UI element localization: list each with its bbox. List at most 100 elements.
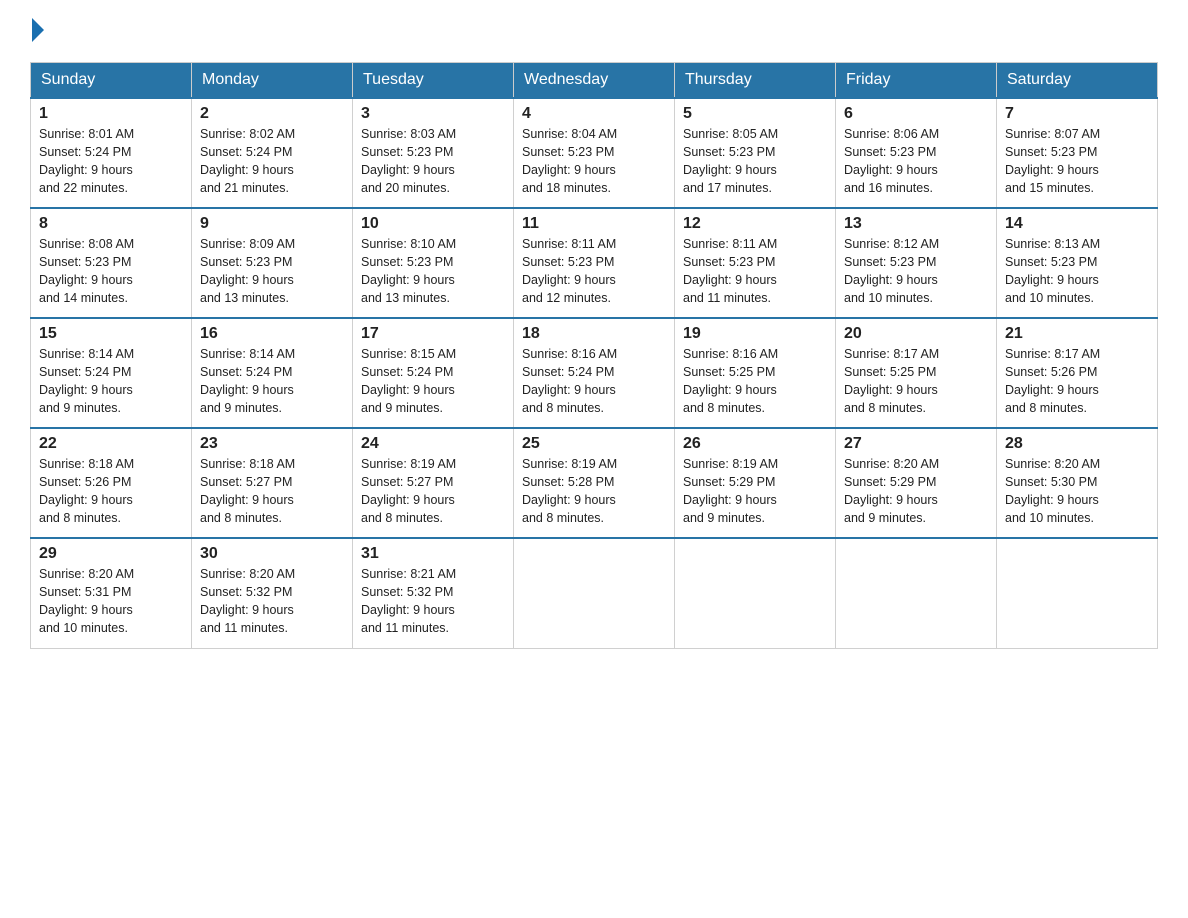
- calendar-cell: [997, 538, 1158, 648]
- day-info: Sunrise: 8:14 AMSunset: 5:24 PMDaylight:…: [200, 347, 295, 415]
- calendar-cell: 7 Sunrise: 8:07 AMSunset: 5:23 PMDayligh…: [997, 98, 1158, 208]
- day-info: Sunrise: 8:17 AMSunset: 5:25 PMDaylight:…: [844, 347, 939, 415]
- day-info: Sunrise: 8:05 AMSunset: 5:23 PMDaylight:…: [683, 127, 778, 195]
- day-number: 23: [200, 435, 344, 453]
- day-info: Sunrise: 8:20 AMSunset: 5:32 PMDaylight:…: [200, 567, 295, 635]
- day-number: 25: [522, 435, 666, 453]
- day-info: Sunrise: 8:18 AMSunset: 5:27 PMDaylight:…: [200, 457, 295, 525]
- day-number: 14: [1005, 215, 1149, 233]
- calendar-week-row: 29 Sunrise: 8:20 AMSunset: 5:31 PMDaylig…: [31, 538, 1158, 648]
- day-number: 27: [844, 435, 988, 453]
- weekday-header-saturday: Saturday: [997, 63, 1158, 99]
- day-number: 22: [39, 435, 183, 453]
- day-number: 4: [522, 105, 666, 123]
- calendar-cell: [836, 538, 997, 648]
- weekday-header-monday: Monday: [192, 63, 353, 99]
- weekday-header-row: SundayMondayTuesdayWednesdayThursdayFrid…: [31, 63, 1158, 99]
- day-number: 1: [39, 105, 183, 123]
- day-number: 24: [361, 435, 505, 453]
- calendar-cell: 4 Sunrise: 8:04 AMSunset: 5:23 PMDayligh…: [514, 98, 675, 208]
- day-number: 5: [683, 105, 827, 123]
- calendar-cell: [675, 538, 836, 648]
- day-info: Sunrise: 8:10 AMSunset: 5:23 PMDaylight:…: [361, 237, 456, 305]
- calendar-cell: 19 Sunrise: 8:16 AMSunset: 5:25 PMDaylig…: [675, 318, 836, 428]
- calendar-cell: 11 Sunrise: 8:11 AMSunset: 5:23 PMDaylig…: [514, 208, 675, 318]
- day-number: 17: [361, 325, 505, 343]
- day-number: 31: [361, 545, 505, 563]
- calendar-cell: 16 Sunrise: 8:14 AMSunset: 5:24 PMDaylig…: [192, 318, 353, 428]
- calendar-cell: 6 Sunrise: 8:06 AMSunset: 5:23 PMDayligh…: [836, 98, 997, 208]
- calendar-cell: 9 Sunrise: 8:09 AMSunset: 5:23 PMDayligh…: [192, 208, 353, 318]
- day-info: Sunrise: 8:14 AMSunset: 5:24 PMDaylight:…: [39, 347, 134, 415]
- day-number: 11: [522, 215, 666, 233]
- day-info: Sunrise: 8:11 AMSunset: 5:23 PMDaylight:…: [522, 237, 616, 305]
- day-number: 7: [1005, 105, 1149, 123]
- day-number: 13: [844, 215, 988, 233]
- day-info: Sunrise: 8:08 AMSunset: 5:23 PMDaylight:…: [39, 237, 134, 305]
- day-info: Sunrise: 8:04 AMSunset: 5:23 PMDaylight:…: [522, 127, 617, 195]
- day-number: 6: [844, 105, 988, 123]
- day-number: 28: [1005, 435, 1149, 453]
- day-info: Sunrise: 8:19 AMSunset: 5:28 PMDaylight:…: [522, 457, 617, 525]
- calendar-week-row: 8 Sunrise: 8:08 AMSunset: 5:23 PMDayligh…: [31, 208, 1158, 318]
- day-info: Sunrise: 8:18 AMSunset: 5:26 PMDaylight:…: [39, 457, 134, 525]
- day-number: 21: [1005, 325, 1149, 343]
- calendar-cell: 27 Sunrise: 8:20 AMSunset: 5:29 PMDaylig…: [836, 428, 997, 538]
- day-number: 8: [39, 215, 183, 233]
- day-info: Sunrise: 8:13 AMSunset: 5:23 PMDaylight:…: [1005, 237, 1100, 305]
- calendar-cell: 1 Sunrise: 8:01 AMSunset: 5:24 PMDayligh…: [31, 98, 192, 208]
- calendar-cell: 3 Sunrise: 8:03 AMSunset: 5:23 PMDayligh…: [353, 98, 514, 208]
- day-info: Sunrise: 8:12 AMSunset: 5:23 PMDaylight:…: [844, 237, 939, 305]
- calendar-cell: 10 Sunrise: 8:10 AMSunset: 5:23 PMDaylig…: [353, 208, 514, 318]
- day-info: Sunrise: 8:16 AMSunset: 5:24 PMDaylight:…: [522, 347, 617, 415]
- day-info: Sunrise: 8:15 AMSunset: 5:24 PMDaylight:…: [361, 347, 456, 415]
- day-info: Sunrise: 8:17 AMSunset: 5:26 PMDaylight:…: [1005, 347, 1100, 415]
- day-info: Sunrise: 8:02 AMSunset: 5:24 PMDaylight:…: [200, 127, 295, 195]
- day-info: Sunrise: 8:19 AMSunset: 5:29 PMDaylight:…: [683, 457, 778, 525]
- calendar-cell: 17 Sunrise: 8:15 AMSunset: 5:24 PMDaylig…: [353, 318, 514, 428]
- calendar-cell: 5 Sunrise: 8:05 AMSunset: 5:23 PMDayligh…: [675, 98, 836, 208]
- weekday-header-sunday: Sunday: [31, 63, 192, 99]
- weekday-header-wednesday: Wednesday: [514, 63, 675, 99]
- weekday-header-thursday: Thursday: [675, 63, 836, 99]
- day-info: Sunrise: 8:11 AMSunset: 5:23 PMDaylight:…: [683, 237, 777, 305]
- logo: [30, 20, 44, 44]
- day-info: Sunrise: 8:20 AMSunset: 5:31 PMDaylight:…: [39, 567, 134, 635]
- calendar-cell: 2 Sunrise: 8:02 AMSunset: 5:24 PMDayligh…: [192, 98, 353, 208]
- calendar-week-row: 1 Sunrise: 8:01 AMSunset: 5:24 PMDayligh…: [31, 98, 1158, 208]
- calendar-cell: 14 Sunrise: 8:13 AMSunset: 5:23 PMDaylig…: [997, 208, 1158, 318]
- calendar-cell: 15 Sunrise: 8:14 AMSunset: 5:24 PMDaylig…: [31, 318, 192, 428]
- page-header: [30, 20, 1158, 44]
- weekday-header-tuesday: Tuesday: [353, 63, 514, 99]
- day-info: Sunrise: 8:20 AMSunset: 5:29 PMDaylight:…: [844, 457, 939, 525]
- calendar-cell: 31 Sunrise: 8:21 AMSunset: 5:32 PMDaylig…: [353, 538, 514, 648]
- day-number: 29: [39, 545, 183, 563]
- day-info: Sunrise: 8:06 AMSunset: 5:23 PMDaylight:…: [844, 127, 939, 195]
- calendar-week-row: 15 Sunrise: 8:14 AMSunset: 5:24 PMDaylig…: [31, 318, 1158, 428]
- day-number: 10: [361, 215, 505, 233]
- calendar-cell: 8 Sunrise: 8:08 AMSunset: 5:23 PMDayligh…: [31, 208, 192, 318]
- day-info: Sunrise: 8:20 AMSunset: 5:30 PMDaylight:…: [1005, 457, 1100, 525]
- day-info: Sunrise: 8:16 AMSunset: 5:25 PMDaylight:…: [683, 347, 778, 415]
- day-info: Sunrise: 8:03 AMSunset: 5:23 PMDaylight:…: [361, 127, 456, 195]
- calendar-cell: 12 Sunrise: 8:11 AMSunset: 5:23 PMDaylig…: [675, 208, 836, 318]
- calendar-cell: 18 Sunrise: 8:16 AMSunset: 5:24 PMDaylig…: [514, 318, 675, 428]
- calendar-cell: 28 Sunrise: 8:20 AMSunset: 5:30 PMDaylig…: [997, 428, 1158, 538]
- day-number: 26: [683, 435, 827, 453]
- calendar-cell: 21 Sunrise: 8:17 AMSunset: 5:26 PMDaylig…: [997, 318, 1158, 428]
- calendar-cell: 30 Sunrise: 8:20 AMSunset: 5:32 PMDaylig…: [192, 538, 353, 648]
- day-number: 18: [522, 325, 666, 343]
- calendar-cell: 24 Sunrise: 8:19 AMSunset: 5:27 PMDaylig…: [353, 428, 514, 538]
- day-number: 9: [200, 215, 344, 233]
- calendar-week-row: 22 Sunrise: 8:18 AMSunset: 5:26 PMDaylig…: [31, 428, 1158, 538]
- weekday-header-friday: Friday: [836, 63, 997, 99]
- calendar-cell: 23 Sunrise: 8:18 AMSunset: 5:27 PMDaylig…: [192, 428, 353, 538]
- calendar-cell: 26 Sunrise: 8:19 AMSunset: 5:29 PMDaylig…: [675, 428, 836, 538]
- day-number: 3: [361, 105, 505, 123]
- day-number: 20: [844, 325, 988, 343]
- day-number: 16: [200, 325, 344, 343]
- calendar-cell: 13 Sunrise: 8:12 AMSunset: 5:23 PMDaylig…: [836, 208, 997, 318]
- day-info: Sunrise: 8:01 AMSunset: 5:24 PMDaylight:…: [39, 127, 134, 195]
- calendar-cell: 29 Sunrise: 8:20 AMSunset: 5:31 PMDaylig…: [31, 538, 192, 648]
- day-number: 2: [200, 105, 344, 123]
